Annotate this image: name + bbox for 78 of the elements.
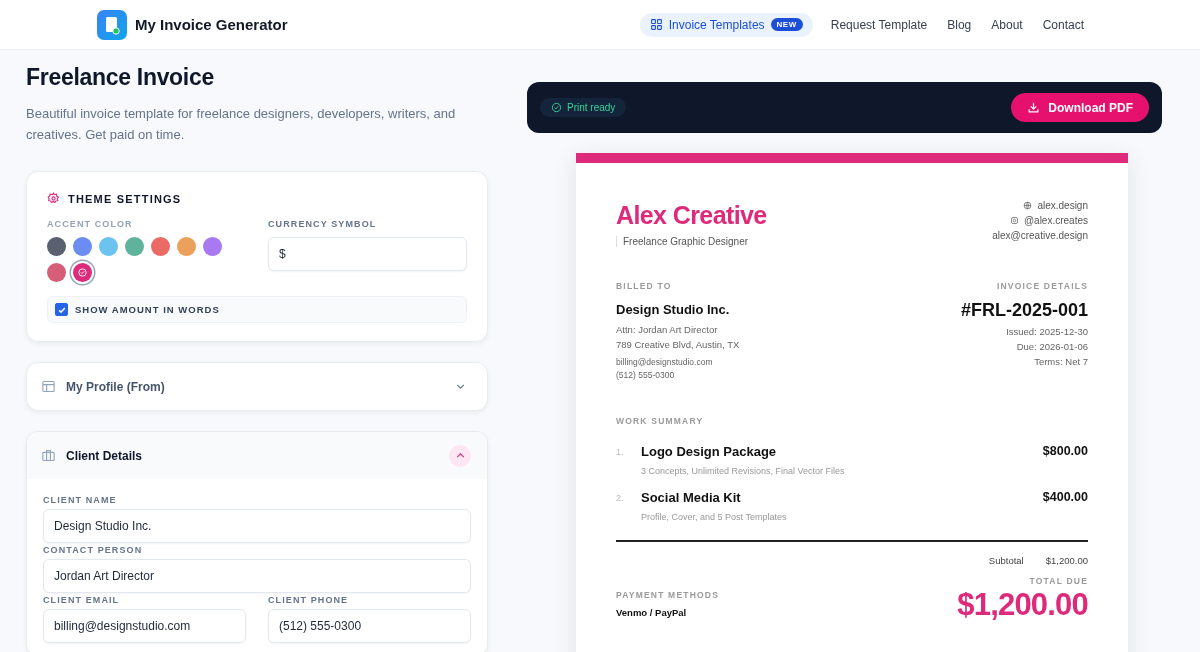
- contact-text: alex@creative.design: [992, 230, 1088, 241]
- grid-icon: [649, 18, 663, 31]
- section-label: INVOICE DETAILS: [995, 281, 1088, 291]
- accordion-header[interactable]: My Profile (From): [27, 363, 487, 410]
- checkbox-label: SHOW AMOUNT IN WORDS: [75, 304, 220, 315]
- contact-text: @alex.creates: [1023, 215, 1088, 226]
- field-label: CLIENT PHONE: [268, 595, 350, 605]
- subtotal-label: Subtotal: [988, 555, 1024, 566]
- item-description: 3 Concepts, Unlimited Revisions, Final Vector Files: [641, 466, 846, 476]
- sender-tagline: Freelance Graphic Designer: [616, 236, 767, 247]
- item-name: Social Media Kit: [641, 490, 742, 505]
- color-swatch[interactable]: [125, 237, 144, 256]
- gear-icon: [47, 192, 60, 205]
- status-badge: Print ready: [540, 98, 627, 117]
- text-input[interactable]: (512) 555-0300: [268, 609, 471, 643]
- new-badge: NEW: [770, 18, 803, 31]
- nav-link[interactable]: About: [987, 12, 1027, 37]
- accordion-header[interactable]: Client Details: [27, 432, 487, 479]
- download-button[interactable]: Download PDF: [1011, 93, 1149, 122]
- color-swatch[interactable]: [47, 237, 66, 256]
- color-swatch[interactable]: [47, 263, 66, 282]
- text-input[interactable]: Design Studio Inc.: [43, 509, 471, 543]
- app-logo-icon: [97, 9, 127, 40]
- field-label: CLIENT EMAIL: [43, 595, 121, 605]
- camera-icon: [1009, 216, 1019, 225]
- contact-text: alex.design: [1037, 200, 1088, 211]
- client-contact: (512) 555-0300: [616, 369, 676, 382]
- page-title: Freelance Invoice: [26, 64, 215, 91]
- download-icon: [1027, 101, 1041, 114]
- color-swatch[interactable]: [203, 237, 222, 256]
- total-label: TOTAL DUE: [1028, 576, 1088, 586]
- color-swatch[interactable]: [151, 237, 170, 256]
- client-contact: billing@designstudio.com: [616, 356, 714, 369]
- item-name: Logo Design Package: [641, 444, 778, 459]
- item-number: 2.: [616, 492, 625, 505]
- invoice-number: #FRL-2025-001: [960, 300, 1088, 321]
- layout-icon: [41, 379, 56, 394]
- color-swatch[interactable]: [177, 237, 196, 256]
- nav-link[interactable]: Contact: [1038, 12, 1088, 37]
- subtotal-amount: $1,200.00: [1045, 555, 1088, 566]
- section-label: BILLED TO: [616, 281, 673, 291]
- nav-link[interactable]: Invoice Templates NEW: [639, 12, 813, 37]
- invoice-detail: Terms: Net 7: [1033, 355, 1088, 369]
- item-number: 1.: [616, 446, 625, 459]
- client-detail: 789 Creative Blvd, Austin, TX: [616, 338, 740, 352]
- color-swatch[interactable]: [73, 237, 92, 256]
- item-description: Profile, Cover, and 5 Post Templates: [641, 512, 788, 522]
- text-input[interactable]: billing@designstudio.com: [43, 609, 246, 643]
- globe-icon: [1023, 201, 1033, 210]
- chevron-button[interactable]: [449, 444, 471, 467]
- client-name: Design Studio Inc.: [616, 302, 731, 317]
- item-amount: $400.00: [1042, 490, 1088, 506]
- total-amount: $1,200.00: [957, 590, 1088, 620]
- checkbox[interactable]: [55, 303, 68, 316]
- payment-method: Venmo / PayPal: [616, 607, 688, 618]
- item-amount: $800.00: [1042, 444, 1088, 460]
- field-label: ACCENT COLOR: [47, 219, 134, 229]
- text-input[interactable]: Jordan Art Director: [43, 559, 471, 593]
- invoice-detail: Due: 2026-01-06: [1015, 340, 1088, 354]
- section-title: THEME SETTINGS: [68, 192, 182, 205]
- check-circle-icon: [551, 102, 562, 113]
- color-swatch[interactable]: [73, 263, 92, 282]
- check-icon: [77, 267, 88, 278]
- currency-input[interactable]: $: [268, 237, 467, 271]
- invoice-detail: Issued: 2025-12-30: [1005, 325, 1088, 339]
- sender-name: Alex Creative: [616, 201, 767, 230]
- client-detail: Attn: Jordan Art Director: [616, 323, 719, 337]
- section-label: PAYMENT METHODS: [616, 590, 719, 600]
- field-label: CONTACT PERSON: [43, 545, 144, 555]
- field-label: CURRENCY SYMBOL: [268, 219, 378, 229]
- section-label: WORK SUMMARY: [616, 416, 705, 426]
- page-description: Beautiful invoice template for freelance designers, developers, writers, and creatives. Get paid on time.: [26, 105, 457, 144]
- color-swatch[interactable]: [99, 237, 118, 256]
- field-label: CLIENT NAME: [43, 495, 118, 505]
- nav-link[interactable]: Request Template: [826, 12, 932, 37]
- app-name: My Invoice Generator: [135, 16, 288, 33]
- nav-link[interactable]: Blog: [943, 12, 976, 37]
- briefcase-icon: [41, 448, 56, 463]
